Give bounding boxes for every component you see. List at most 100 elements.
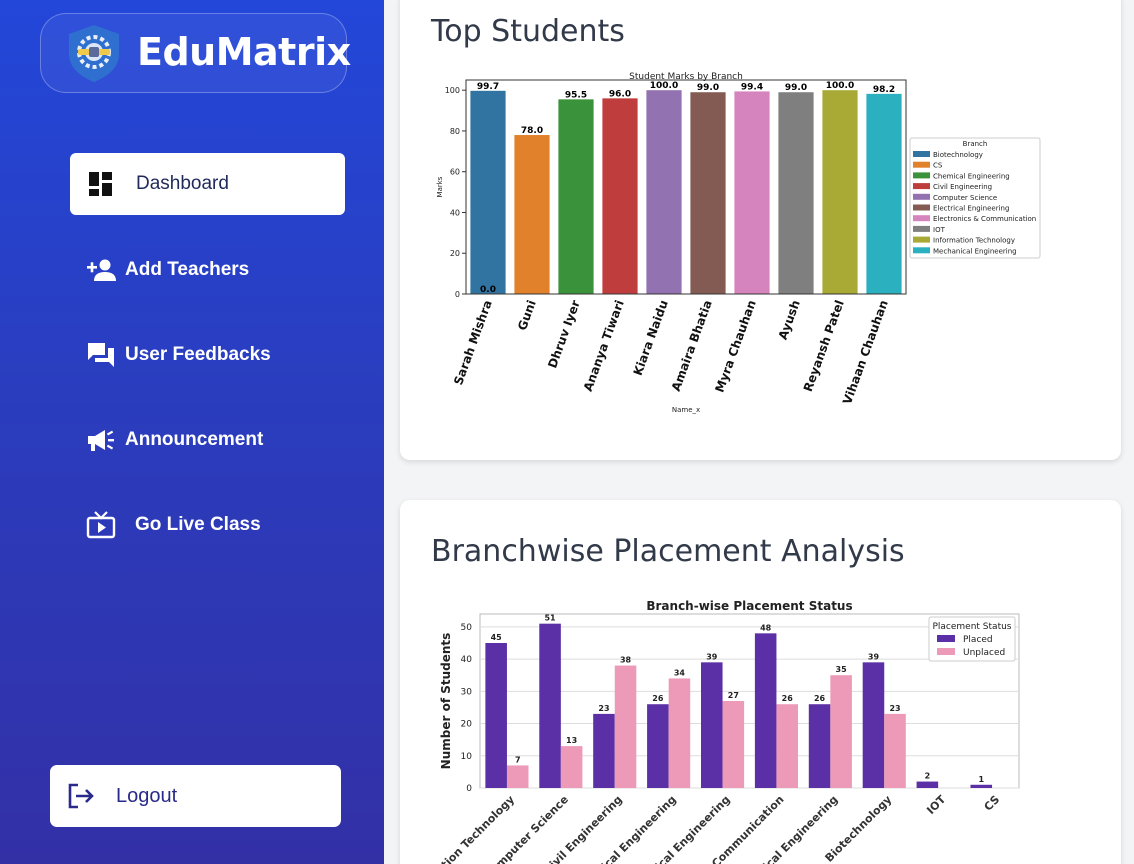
bar [970, 784, 993, 788]
value-label: 99.0 [697, 83, 719, 93]
bar [593, 713, 615, 788]
legend-swatch [913, 215, 930, 222]
placement-card: Branchwise Placement Analysis Branch-wis… [400, 500, 1121, 864]
x-tick-label: Reyansh Patel [801, 298, 847, 393]
value-label: 1 [978, 775, 984, 784]
legend-label: IOT [933, 226, 946, 234]
sidebar-item-label: User Feedbacks [125, 344, 271, 365]
x-tick-label: Amaira Bhatia [669, 298, 715, 393]
add-person-icon [87, 259, 116, 281]
bar [808, 704, 831, 788]
value-label: 23 [598, 704, 609, 713]
value-label: 27 [728, 691, 739, 700]
bar [506, 765, 529, 788]
value-label: 35 [836, 665, 848, 674]
bar [916, 781, 939, 788]
megaphone-icon [88, 430, 114, 451]
bar [776, 704, 799, 788]
value-label: 99.7 [477, 82, 499, 92]
bar [560, 746, 583, 788]
legend-label: Placed [963, 635, 993, 645]
bar [646, 90, 682, 294]
value-label: 78.0 [521, 126, 543, 136]
y-tick-label: 0 [466, 784, 472, 794]
logout-button[interactable]: Logout [50, 765, 341, 827]
legend-swatch [913, 151, 930, 157]
legend-label: Electronics & Communication [933, 215, 1036, 223]
bar [884, 713, 906, 788]
legend-label: Civil Engineering [933, 183, 992, 191]
top-students-card: Top Students Student Marks by Branch 0 20 4… [400, 0, 1121, 460]
bar [485, 643, 507, 788]
x-tick-label: IOT [924, 793, 948, 817]
legend-swatch [913, 172, 930, 179]
value-label: 45 [491, 633, 503, 642]
legend-swatch [913, 236, 930, 243]
sidebar-item-user-feedbacks[interactable]: User Feedbacks [70, 324, 345, 386]
sidebar-item-label: Dashboard [136, 173, 229, 194]
sidebar-item-announcement[interactable]: Announcement [70, 409, 345, 471]
chart-title: Branch-wise Placement Status [646, 599, 852, 613]
y-tick-label: 0 [455, 290, 460, 299]
x-tick-label: Myra Chauhan [712, 298, 758, 394]
sidebar-item-label: Announcement [125, 429, 264, 450]
value-label: 99.0 [785, 83, 807, 93]
legend-title: Branch [963, 140, 988, 148]
sidebar-item-add-teachers[interactable]: Add Teachers [70, 239, 345, 301]
bar [822, 90, 858, 294]
bar [862, 662, 885, 788]
sidebar-item-go-live-class[interactable]: Go Live Class [70, 494, 345, 556]
bar [602, 98, 638, 294]
legend-label: CS [933, 162, 943, 170]
legend-swatch [937, 635, 955, 642]
brand-logo-block[interactable]: EduMatrix [40, 13, 351, 93]
value-label: 26 [782, 694, 794, 703]
legend-label: Chemical Engineering [933, 172, 1010, 180]
legend-label: Computer Science [933, 194, 997, 202]
bar [734, 91, 770, 294]
bar [514, 135, 550, 294]
y-tick-label: 60 [450, 168, 460, 177]
value-label: 48 [760, 623, 772, 632]
bar [539, 623, 561, 788]
bar [614, 665, 637, 788]
legend-swatch [913, 193, 930, 200]
legend-label: Mechanical Engineering [933, 247, 1017, 255]
x-tick-label: CS [982, 793, 1003, 814]
x-tick-label: Guni [515, 298, 539, 332]
section-title: Top Students [431, 14, 625, 49]
value-label: 100.0 [650, 81, 678, 91]
bar [668, 678, 691, 788]
x-tick-label: Sarah Mishra [451, 298, 495, 387]
value-label: 39 [868, 652, 880, 661]
bar [647, 704, 669, 788]
sidebar-item-label: Add Teachers [125, 259, 250, 280]
legend-swatch [937, 648, 955, 655]
student-marks-chart: Student Marks by Branch020406080100Marks… [436, 72, 1041, 414]
sidebar-item-dashboard[interactable]: Dashboard [70, 153, 345, 215]
y-axis-label: Number of Students [439, 633, 453, 770]
bar [722, 701, 745, 788]
y-tick-label: 20 [450, 249, 460, 258]
legend-swatch [913, 225, 930, 232]
value-label: 99.4 [741, 82, 763, 92]
y-tick-label: 40 [461, 655, 473, 665]
x-axis-label: Name_x [672, 406, 700, 414]
y-tick-label: 30 [461, 687, 473, 697]
legend-label: Unplaced [963, 648, 1005, 658]
legend-swatch [913, 161, 930, 168]
value-label: 26 [652, 694, 664, 703]
bar [778, 92, 814, 294]
value-label: 13 [566, 736, 577, 745]
bar [700, 662, 723, 788]
chat-icon [88, 343, 114, 367]
value-label: 96.0 [609, 89, 631, 99]
legend-swatch [913, 183, 930, 190]
placement-chart: Branch-wise Placement Status 0 10 20 30 40 50 N… [433, 599, 1020, 864]
legend-label: Electrical Engineering [933, 205, 1009, 213]
y-tick-label: 40 [450, 208, 460, 217]
section-title: Branchwise Placement Analysis [431, 534, 905, 569]
value-label: 98.2 [873, 85, 895, 95]
app-name: EduMatrix [137, 30, 351, 74]
bar [754, 633, 777, 788]
